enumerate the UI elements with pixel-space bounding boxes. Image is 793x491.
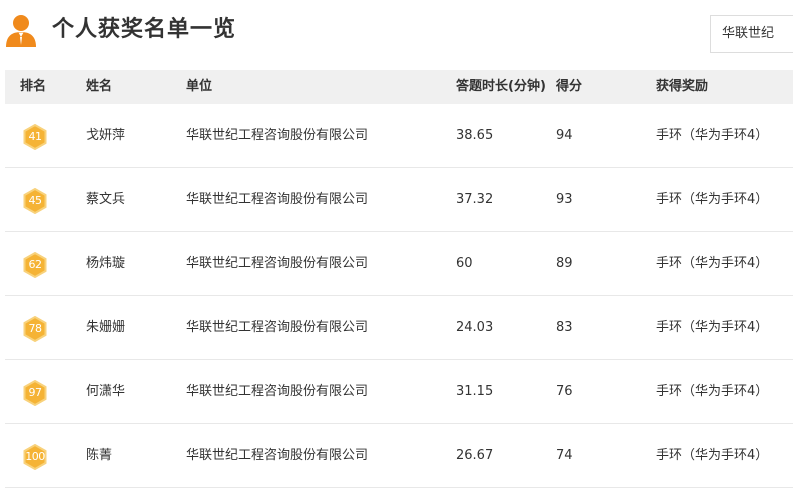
prize-cell: 手环（华为手环4） (656, 192, 769, 207)
score-cell: 76 (556, 384, 573, 399)
rank-badge: 100 (23, 444, 47, 470)
table-row: 100 陈菁 华联世纪工程咨询股份有限公司 26.67 74 手环（华为手环4） (5, 424, 793, 488)
rank-value: 45 (28, 194, 43, 207)
column-header-unit: 单位 (186, 79, 213, 94)
column-header-duration: 答题时长(分钟) (456, 79, 546, 94)
rank-badge: 97 (23, 380, 47, 406)
score-cell: 93 (556, 192, 573, 207)
rank-badge: 41 (23, 124, 47, 150)
award-table-body: 41 戈妍萍 华联世纪工程咨询股份有限公司 38.65 94 手环（华为手环4）… (5, 104, 793, 488)
name-cell: 戈妍萍 (86, 128, 126, 143)
prize-cell: 手环（华为手环4） (656, 128, 769, 143)
prize-cell: 手环（华为手环4） (656, 384, 769, 399)
score-cell: 74 (556, 448, 573, 463)
unit-cell: 华联世纪工程咨询股份有限公司 (186, 192, 369, 207)
user-icon (6, 15, 36, 47)
duration-cell: 24.03 (456, 320, 494, 335)
column-header-score: 得分 (556, 79, 583, 94)
rank-value: 41 (28, 130, 43, 143)
rank-badge: 45 (23, 188, 47, 214)
page-title: 个人获奖名单一览 (52, 17, 237, 42)
duration-cell: 37.32 (456, 192, 494, 207)
rank-badge: 78 (23, 316, 47, 342)
unit-cell: 华联世纪工程咨询股份有限公司 (186, 128, 369, 143)
unit-cell: 华联世纪工程咨询股份有限公司 (186, 320, 369, 335)
prize-cell: 手环（华为手环4） (656, 448, 769, 463)
rank-badge: 62 (23, 252, 47, 278)
duration-cell: 26.67 (456, 448, 494, 463)
duration-cell: 60 (456, 256, 473, 271)
prize-cell: 手环（华为手环4） (656, 256, 769, 271)
unit-cell: 华联世纪工程咨询股份有限公司 (186, 256, 369, 271)
table-row: 62 杨炜璇 华联世纪工程咨询股份有限公司 60 89 手环（华为手环4） (5, 232, 793, 296)
prize-cell: 手环（华为手环4） (656, 320, 769, 335)
unit-cell: 华联世纪工程咨询股份有限公司 (186, 384, 369, 399)
unit-filter-field[interactable]: 华联世纪 (710, 15, 793, 53)
name-cell: 杨炜璇 (86, 256, 126, 271)
table-row: 97 何潇华 华联世纪工程咨询股份有限公司 31.15 76 手环（华为手环4） (5, 360, 793, 424)
score-cell: 94 (556, 128, 573, 143)
rank-value: 62 (28, 258, 43, 271)
page-header: 个人获奖名单一览 华联世纪 (0, 0, 793, 68)
score-cell: 89 (556, 256, 573, 271)
name-cell: 何潇华 (86, 384, 126, 399)
rank-value: 100 (25, 450, 45, 463)
column-header-name: 姓名 (86, 79, 113, 94)
table-row: 41 戈妍萍 华联世纪工程咨询股份有限公司 38.65 94 手环（华为手环4） (5, 104, 793, 168)
table-row: 78 朱姗姗 华联世纪工程咨询股份有限公司 24.03 83 手环（华为手环4） (5, 296, 793, 360)
column-header-prize: 获得奖励 (656, 79, 709, 94)
rank-value: 78 (28, 322, 43, 335)
rank-value: 97 (28, 386, 43, 399)
duration-cell: 38.65 (456, 128, 494, 143)
name-cell: 朱姗姗 (86, 320, 126, 335)
score-cell: 83 (556, 320, 573, 335)
name-cell: 蔡文兵 (86, 192, 126, 207)
duration-cell: 31.15 (456, 384, 494, 399)
table-row: 45 蔡文兵 华联世纪工程咨询股份有限公司 37.32 93 手环（华为手环4） (5, 168, 793, 232)
unit-cell: 华联世纪工程咨询股份有限公司 (186, 448, 369, 463)
column-header-rank: 排名 (20, 79, 47, 94)
name-cell: 陈菁 (86, 448, 113, 463)
table-header: 排名 姓名 单位 答题时长(分钟) 得分 获得奖励 (5, 70, 793, 104)
